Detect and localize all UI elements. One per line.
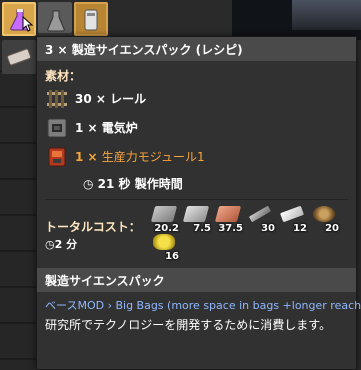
quickbar-column bbox=[0, 36, 36, 370]
cost-item: 37.5 bbox=[213, 206, 243, 234]
rail-icon bbox=[47, 89, 67, 108]
recipe-slot-production-science[interactable] bbox=[2, 2, 36, 36]
description-text: 研究所でテクノロジーを開発するために消費します。 bbox=[45, 318, 332, 332]
recipe-slot-3[interactable] bbox=[74, 2, 108, 36]
cost-item: 7.5 bbox=[181, 206, 211, 234]
cost-item: 20.2 bbox=[149, 206, 179, 234]
ingredients-label: 素材： bbox=[45, 69, 82, 83]
cost-item: 12 bbox=[277, 205, 307, 234]
science-pack-grey-icon bbox=[47, 10, 65, 32]
ingredient-row: 1 × 電気炉 bbox=[45, 113, 348, 142]
plastic-bar-icon bbox=[280, 205, 304, 223]
ingredient-name: レール bbox=[110, 92, 147, 106]
iron-plate-icon bbox=[150, 206, 178, 222]
ingredient-name: 生産力モジュール1 bbox=[101, 150, 205, 164]
gear-wood-icon bbox=[313, 206, 335, 222]
cost-value: 20 bbox=[325, 223, 339, 234]
craft-time-text: 21 秒 製作時間 bbox=[97, 177, 183, 191]
recipe-tooltip: 3 × 製造サイエンスパック (レシピ) 素材： 30 × レール 1 × 電気… bbox=[36, 36, 361, 370]
mod-source: ベースMOD › Big Bags (more space in bags +l… bbox=[45, 299, 361, 312]
ingredient-row: 1 × 生産力モジュール1 bbox=[45, 142, 348, 171]
cost-item: 16 bbox=[149, 234, 179, 262]
recipe-slot-2[interactable]: 1 bbox=[38, 2, 98, 36]
cost-value: 7.5 bbox=[193, 223, 211, 234]
steel-plate-icon bbox=[248, 205, 272, 223]
cost-value: 20.2 bbox=[154, 223, 179, 234]
cursor-icon bbox=[22, 16, 34, 32]
craft-time: ◷ 21 秒 製作時間 bbox=[45, 175, 348, 193]
total-cost: トータルコスト： ◷2 分 20.2 7.5 37.5 30 12 20 16 bbox=[45, 205, 348, 264]
game-world-object bbox=[292, 0, 361, 30]
total-time: ◷2 分 bbox=[45, 236, 77, 252]
productivity-module-icon bbox=[48, 147, 66, 166]
total-time-text: 2 分 bbox=[54, 238, 78, 251]
clock-icon: ◷ bbox=[45, 238, 55, 251]
item-bar-icon bbox=[7, 48, 31, 66]
sulfur-icon bbox=[153, 234, 175, 250]
ingredient-amount: 30 × bbox=[75, 91, 106, 106]
cost-value: 16 bbox=[165, 251, 179, 262]
cost-value: 12 bbox=[293, 223, 307, 234]
copper-plate-icon bbox=[214, 206, 242, 222]
rocket-part-icon bbox=[84, 9, 98, 31]
cost-value: 30 bbox=[261, 223, 275, 234]
ingredient-row: 30 × レール bbox=[45, 84, 348, 113]
tooltip-title: 3 × 製造サイエンスパック (レシピ) bbox=[37, 37, 356, 61]
clock-icon: ◷ bbox=[83, 177, 94, 191]
description-title: 製造サイエンスパック bbox=[37, 268, 356, 292]
cost-item: 30 bbox=[245, 205, 275, 234]
ingredient-amount: 1 × bbox=[75, 120, 98, 135]
cost-value: 37.5 bbox=[218, 223, 243, 234]
recipe-slot-4[interactable] bbox=[2, 40, 36, 74]
cost-item: 20 bbox=[309, 206, 339, 234]
electric-furnace-icon bbox=[47, 118, 67, 137]
stone-brick-icon bbox=[182, 206, 210, 222]
ingredient-amount: 1 × bbox=[75, 149, 98, 164]
ingredient-name: 電気炉 bbox=[101, 121, 138, 135]
divider bbox=[45, 199, 348, 200]
total-cost-label: トータルコスト： bbox=[45, 220, 141, 234]
